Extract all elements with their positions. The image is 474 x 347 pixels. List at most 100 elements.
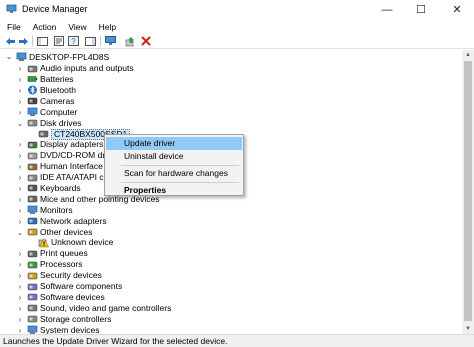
uninstall-icon[interactable]: [139, 35, 152, 47]
device-category-label[interactable]: Software devices: [40, 292, 105, 303]
expand-chevron-icon[interactable]: ›: [16, 248, 24, 259]
expand-chevron-icon[interactable]: ›: [16, 85, 24, 96]
forward-icon[interactable]: [17, 35, 30, 47]
scrollbar-thumb[interactable]: [464, 61, 472, 321]
expand-chevron-icon[interactable]: ›: [16, 183, 24, 194]
device-category-label[interactable]: Bluetooth: [40, 85, 76, 96]
camera-icon: [27, 97, 38, 105]
device-category-label[interactable]: Security devices: [40, 270, 102, 281]
properties-icon[interactable]: [52, 35, 65, 47]
expand-chevron-icon[interactable]: ›: [16, 172, 24, 183]
device-category-label[interactable]: Monitors: [40, 205, 73, 216]
expand-chevron-icon[interactable]: ›: [16, 270, 24, 281]
computer-icon: [27, 325, 38, 334]
device-category-label[interactable]: Display adapters: [40, 139, 103, 150]
printer-icon: [27, 250, 38, 258]
software-icon: [27, 294, 38, 301]
computer-icon: [27, 107, 38, 117]
bluetooth-icon: [28, 85, 37, 95]
display-adapter-icon: [27, 141, 38, 149]
vertical-scrollbar[interactable]: ▲ ▼: [462, 50, 474, 334]
expand-chevron-icon[interactable]: ›: [16, 259, 24, 270]
battery-icon: [27, 76, 38, 83]
device-category-label[interactable]: Sound, video and game controllers: [40, 303, 171, 314]
menu-action[interactable]: Action: [28, 22, 62, 32]
device-category-label[interactable]: Batteries: [40, 74, 74, 85]
collapse-chevron-icon[interactable]: ⌄: [16, 227, 24, 238]
menu-help[interactable]: Help: [94, 22, 121, 32]
device-manager-icon: [6, 4, 17, 13]
svg-text:?: ?: [71, 37, 76, 46]
expand-chevron-icon[interactable]: ›: [16, 150, 24, 161]
device-category-label[interactable]: Network adapters: [40, 216, 107, 227]
expand-chevron-icon[interactable]: ›: [16, 194, 24, 205]
window-title: Device Manager: [22, 4, 88, 14]
tree-root-label[interactable]: DESKTOP-FPL4D8S: [29, 52, 109, 63]
device-category-label[interactable]: Software components: [40, 281, 122, 292]
device-category-label[interactable]: System devices: [40, 325, 100, 334]
menu-view[interactable]: View: [63, 22, 91, 32]
expand-chevron-icon[interactable]: ›: [16, 161, 24, 172]
help-icon[interactable]: ?: [67, 35, 80, 47]
maximize-button[interactable]: ☐: [404, 0, 438, 19]
update-driver-icon[interactable]: [124, 35, 137, 47]
menu-separator: [121, 182, 239, 183]
device-category-label[interactable]: Processors: [40, 259, 83, 270]
collapse-chevron-icon[interactable]: ⌄: [16, 118, 24, 129]
back-icon[interactable]: [4, 35, 17, 47]
expand-chevron-icon[interactable]: ›: [16, 314, 24, 325]
device-category-label[interactable]: Disk drives: [40, 118, 82, 129]
show-hide-tree-icon[interactable]: [36, 35, 49, 47]
disk-drive-icon: [27, 119, 38, 127]
scroll-down-icon[interactable]: ▼: [462, 324, 474, 334]
update-driver-menu-item[interactable]: Update driver: [106, 137, 242, 150]
device-category-label[interactable]: Other devices: [40, 227, 92, 238]
scroll-up-icon[interactable]: ▲: [462, 50, 474, 60]
device-category-label[interactable]: Unknown device: [51, 237, 113, 248]
storage-icon: [27, 315, 38, 323]
context-menu: Update driver Uninstall device Scan for …: [104, 134, 244, 196]
expand-chevron-icon[interactable]: ›: [16, 107, 24, 118]
speaker-icon: [27, 65, 38, 72]
scan-hardware-icon[interactable]: [104, 35, 117, 47]
expand-chevron-icon[interactable]: ›: [16, 74, 24, 85]
properties-menu-item[interactable]: Properties: [106, 184, 242, 197]
menu-bar: File Action View Help: [0, 19, 474, 34]
uninstall-device-menu-item[interactable]: Uninstall device: [106, 150, 242, 163]
dvd-icon: [27, 152, 38, 159]
device-category-label[interactable]: Storage controllers: [40, 314, 111, 325]
unknown-device-icon: [38, 237, 49, 248]
expand-chevron-icon[interactable]: ›: [16, 325, 24, 334]
device-category-label[interactable]: Audio inputs and outputs: [40, 63, 134, 74]
expand-chevron-icon[interactable]: ›: [16, 303, 24, 314]
menu-file[interactable]: File: [2, 22, 26, 32]
toolbar: ?: [0, 34, 474, 49]
expand-chevron-icon[interactable]: ›: [16, 281, 24, 292]
expand-chevron-icon[interactable]: ›: [16, 292, 24, 303]
scan-hardware-menu-item[interactable]: Scan for hardware changes: [106, 167, 242, 180]
expand-chevron-icon[interactable]: ›: [16, 205, 24, 216]
device-category-label[interactable]: Print queues: [40, 248, 88, 259]
expand-chevron-icon[interactable]: ›: [16, 216, 24, 227]
device-category-label[interactable]: Cameras: [40, 96, 74, 107]
minimize-button[interactable]: —: [370, 0, 404, 19]
menu-separator: [121, 165, 239, 166]
expand-chevron-icon[interactable]: ›: [16, 96, 24, 107]
expand-chevron-icon[interactable]: ›: [16, 139, 24, 150]
ide-icon: [27, 174, 38, 181]
expand-chevron-icon[interactable]: ›: [16, 63, 24, 74]
toolbar-separator: [32, 36, 33, 46]
action-pane-icon[interactable]: [84, 35, 97, 47]
hid-icon: [27, 163, 38, 170]
device-category-label[interactable]: Computer: [40, 107, 77, 118]
other-devices-icon: [27, 228, 38, 236]
computer-icon: [16, 52, 27, 61]
title-bar: Device Manager — ☐ ✕: [0, 0, 474, 19]
close-button[interactable]: ✕: [440, 0, 474, 19]
collapse-chevron-icon[interactable]: ⌄: [5, 51, 13, 62]
network-icon: [27, 217, 38, 225]
device-category-label[interactable]: Keyboards: [40, 183, 81, 194]
keyboard-icon: [27, 185, 38, 192]
status-text: Launches the Update Driver Wizard for th…: [3, 336, 228, 346]
software-icon: [27, 283, 38, 290]
